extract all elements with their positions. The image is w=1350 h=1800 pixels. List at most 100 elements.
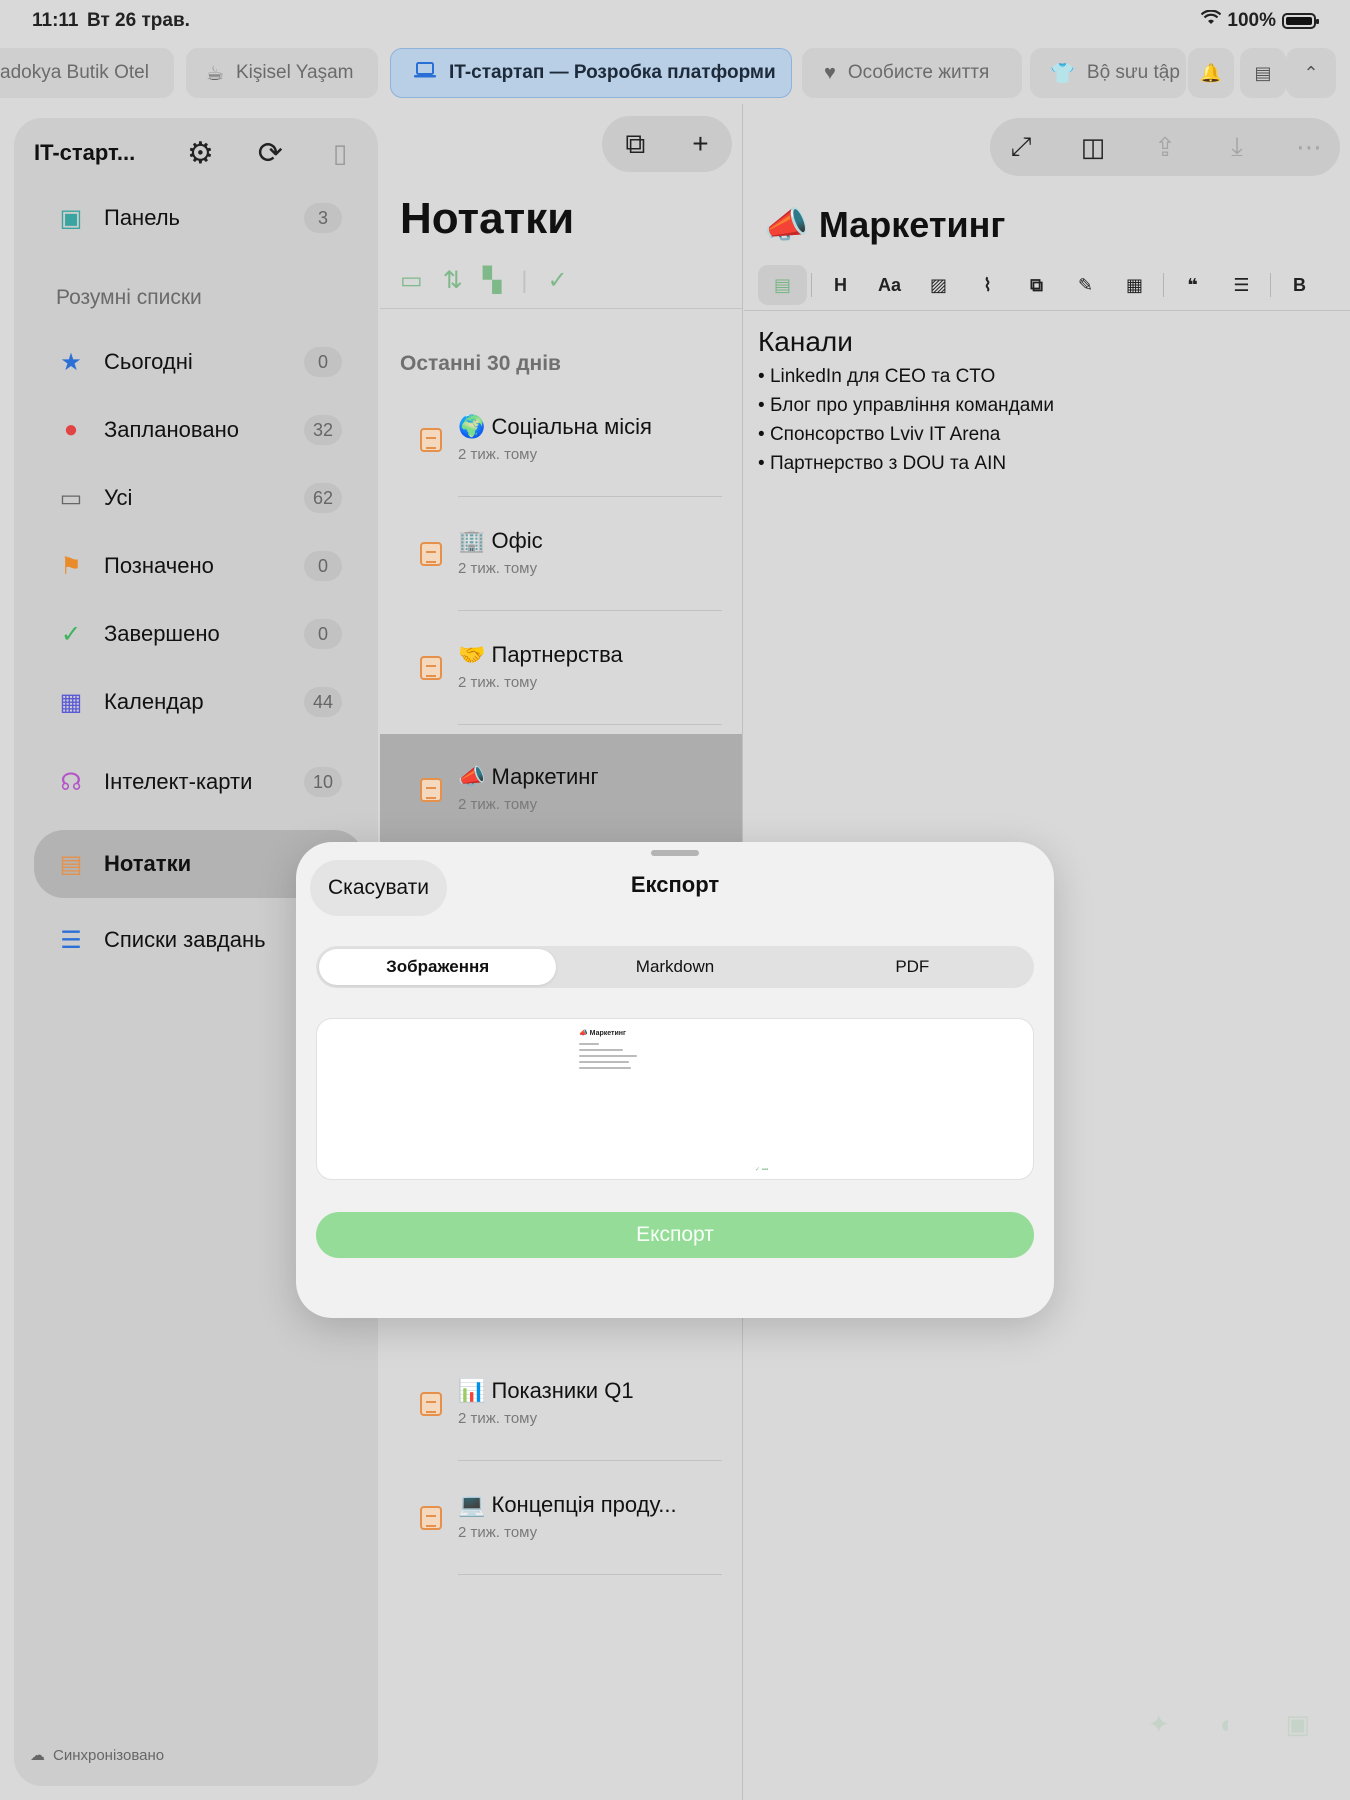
sidebar-item-today[interactable]: ★ Сьогодні 0 bbox=[34, 334, 352, 390]
expand-icon[interactable]: ⤢ bbox=[1000, 131, 1042, 163]
attachment-icon[interactable]: ⌇ bbox=[963, 275, 1012, 296]
note-title: 🤝 Партнерства bbox=[458, 642, 623, 667]
laptop-icon bbox=[413, 61, 437, 85]
notes-filters: ▭ ⇅ ▚ | ✓ bbox=[400, 266, 568, 295]
battery-icon bbox=[1282, 13, 1319, 29]
inbox-filter-icon[interactable]: ▭ bbox=[400, 266, 423, 295]
list-item: Партнерство з DOU та AIN bbox=[758, 453, 1054, 482]
list-item[interactable]: 📊 Показники Q1 2 тиж. тому bbox=[380, 1348, 742, 1461]
project-title[interactable]: IT-старт... bbox=[34, 140, 155, 166]
brain-icon: ☊ bbox=[60, 768, 82, 796]
download-icon[interactable]: ⤓ bbox=[1216, 131, 1258, 163]
sort-icon[interactable]: ⇅ bbox=[443, 266, 463, 295]
document-icon[interactable]: ▤ bbox=[758, 265, 807, 305]
sidebar-item-all[interactable]: ▭ Усі 62 bbox=[34, 470, 352, 526]
editor-toolbar: ⤢ ◫ ⇪ ⤓ ⋯ bbox=[990, 118, 1340, 176]
list-item-selected[interactable]: 📣 Маркетинг 2 тиж. тому bbox=[380, 734, 742, 854]
preview-line bbox=[579, 1043, 599, 1045]
globe-icon[interactable]: ◐ bbox=[1220, 1709, 1236, 1740]
divider bbox=[458, 724, 722, 725]
content-list[interactable]: LinkedIn для CEO та CTO Блог про управлі… bbox=[758, 366, 1054, 482]
layout-icon[interactable]: ▚ bbox=[483, 266, 501, 295]
scan-icon[interactable]: ⧉ bbox=[1012, 275, 1061, 296]
bell-icon[interactable]: 🔔 bbox=[1188, 48, 1234, 98]
note-time: 2 тиж. тому bbox=[458, 1410, 538, 1427]
sidebar-item-label: Сьогодні bbox=[104, 349, 193, 374]
sheet-grabber[interactable] bbox=[651, 850, 699, 856]
flag-icon: ⚑ bbox=[60, 552, 82, 580]
draw-icon[interactable]: ✎ bbox=[1061, 275, 1110, 296]
sidebar-header: IT-старт... ⚙ ⟳ ▯ bbox=[34, 132, 364, 174]
more-icon[interactable]: ⋯ bbox=[1288, 132, 1330, 163]
bold-icon[interactable]: B bbox=[1275, 275, 1324, 296]
tab-butik-otel[interactable]: adokya Butik Otel bbox=[0, 48, 174, 98]
list-item[interactable]: 🤝 Партнерства 2 тиж. тому bbox=[380, 612, 742, 725]
heart-icon: ♥ bbox=[824, 61, 836, 84]
tab-label: Kişisel Yaşam bbox=[235, 62, 354, 83]
sidebar-item-scheduled[interactable]: ● Заплановано 32 bbox=[34, 402, 352, 458]
list-icon[interactable]: ☰ bbox=[1217, 275, 1266, 296]
format-segmented-control: Зображення Markdown PDF bbox=[316, 946, 1034, 988]
section-header: Останні 30 днів bbox=[400, 352, 561, 375]
sidebar-toggle-icon[interactable]: ▯ bbox=[316, 138, 364, 169]
content-heading[interactable]: Канали bbox=[758, 326, 853, 358]
tab-it-startup[interactable]: IT-стартап — Розробка платформи bbox=[390, 48, 792, 98]
sidebar-item-calendar[interactable]: ▦ Календар 44 bbox=[34, 674, 352, 730]
settings-gear-icon[interactable]: ⚙ bbox=[177, 136, 225, 171]
divider bbox=[458, 496, 722, 497]
sync-icon[interactable]: ⟳ bbox=[246, 136, 294, 171]
star-icon: ★ bbox=[60, 348, 82, 376]
reader-icon[interactable]: ▤ bbox=[1240, 48, 1286, 98]
preview-footer-logo: ✓ ▪▪▪ bbox=[755, 1167, 769, 1173]
checkmark-circle-icon: ✓ bbox=[60, 620, 82, 648]
tab-bo-suu-tap[interactable]: 👕 Bộ sưu tập bbox=[1030, 48, 1186, 98]
note-time: 2 тиж. тому bbox=[458, 446, 538, 463]
export-modal: Скасувати Експорт Зображення Markdown PD… bbox=[296, 842, 1054, 1318]
translate-icon[interactable]: ▣ bbox=[1285, 1709, 1310, 1740]
note-time: 2 тиж. тому bbox=[458, 674, 538, 691]
sidebar-item-count: 3 bbox=[304, 203, 342, 233]
tab-kisisel-yasam[interactable]: ☕ Kişisel Yaşam bbox=[186, 48, 378, 98]
note-title: 🌍 Соціальна місія bbox=[458, 414, 652, 439]
calendar-red-icon: ● bbox=[63, 416, 79, 443]
split-view-icon[interactable]: ◫ bbox=[1072, 132, 1114, 163]
sidebar-item-label: Заплановано bbox=[104, 417, 239, 442]
sidebar-item-completed[interactable]: ✓ Завершено 0 bbox=[34, 606, 352, 662]
divider bbox=[1270, 273, 1271, 297]
tray-icon: ▭ bbox=[59, 484, 83, 512]
sidebar-item-label: Панель bbox=[104, 205, 181, 230]
status-date: Вт 26 трав. bbox=[87, 10, 190, 31]
add-note-icon[interactable]: + bbox=[692, 128, 708, 160]
sidebar-item-label: Завершено bbox=[104, 621, 220, 646]
segment-markdown[interactable]: Markdown bbox=[556, 949, 793, 985]
divider bbox=[1163, 273, 1164, 297]
sidebar-item-dashboard[interactable]: ▣ Панель 3 bbox=[34, 190, 352, 246]
tab-osobyste-zhyttia[interactable]: ♥ Особисте життя bbox=[802, 48, 1022, 98]
heading-icon[interactable]: H bbox=[816, 275, 865, 296]
list-item[interactable]: 💻 Концепція проду... 2 тиж. тому bbox=[380, 1462, 742, 1575]
export-button[interactable]: Експорт bbox=[316, 1212, 1034, 1258]
note-title[interactable]: 📣 Маркетинг bbox=[764, 204, 1005, 246]
sidebar-item-label: Інтелект-карти bbox=[104, 769, 253, 794]
list-item[interactable]: 🌍 Соціальна місія 2 тиж. тому bbox=[380, 384, 742, 497]
sparkle-icon[interactable]: ✦ bbox=[1148, 1709, 1170, 1740]
share-icon[interactable]: ⇪ bbox=[1144, 132, 1186, 163]
segment-image[interactable]: Зображення bbox=[319, 949, 557, 985]
checklist-icon: ☰ bbox=[60, 926, 82, 954]
segment-pdf[interactable]: PDF bbox=[794, 949, 1031, 985]
list-item[interactable]: 🏢 Офіс 2 тиж. тому bbox=[380, 498, 742, 611]
image-icon[interactable]: ▨ bbox=[914, 275, 963, 296]
chevron-up-icon[interactable]: ⌃ bbox=[1286, 48, 1336, 98]
text-style-icon[interactable]: Aa bbox=[865, 275, 914, 296]
scan-document-icon[interactable]: ⧉ bbox=[625, 128, 645, 161]
sidebar-item-flagged[interactable]: ⚑ Позначено 0 bbox=[34, 538, 352, 594]
sidebar-item-mindmaps[interactable]: ☊ Інтелект-карти 10 bbox=[34, 754, 352, 810]
quote-icon[interactable]: ❝ bbox=[1168, 275, 1217, 296]
checkmark-filter-icon[interactable]: ✓ bbox=[548, 266, 568, 295]
sidebar-item-count: 10 bbox=[304, 767, 342, 797]
table-icon[interactable]: ▦ bbox=[1110, 275, 1159, 296]
tab-label: Особисте життя bbox=[847, 62, 990, 83]
note-title: 📊 Показники Q1 bbox=[458, 1378, 634, 1403]
sidebar-item-count: 44 bbox=[304, 687, 342, 717]
tab-label: adokya Butik Otel bbox=[0, 62, 149, 83]
